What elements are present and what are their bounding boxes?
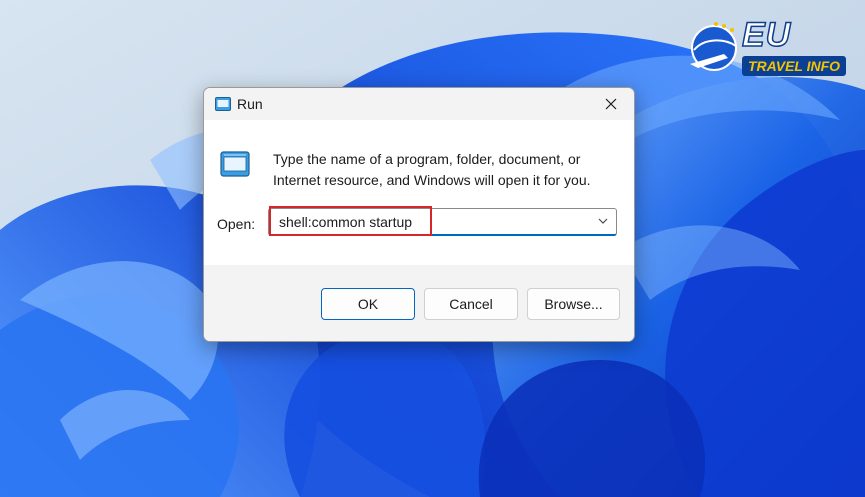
- close-button[interactable]: [588, 88, 634, 120]
- browse-button[interactable]: Browse...: [527, 288, 620, 320]
- watermark-title: EU: [741, 15, 792, 55]
- cancel-button[interactable]: Cancel: [424, 288, 518, 320]
- globe-plane-icon: [690, 22, 737, 71]
- watermark-logo: EU TRAVEL INFO: [684, 10, 854, 80]
- dialog-description: Type the name of a program, folder, docu…: [273, 151, 591, 188]
- open-label: Open:: [217, 216, 256, 232]
- run-app-icon: [220, 151, 250, 177]
- dialog-content: Type the name of a program, folder, docu…: [204, 120, 634, 265]
- close-icon: [605, 98, 617, 110]
- chevron-down-icon[interactable]: [595, 213, 611, 229]
- watermark-subtitle: TRAVEL INFO: [742, 56, 847, 76]
- title-bar[interactable]: Run: [204, 88, 634, 120]
- run-dialog: Run Type the name of a program, folder, …: [203, 87, 635, 342]
- ok-button[interactable]: OK: [321, 288, 415, 320]
- dialog-footer: OK Cancel Browse...: [204, 265, 634, 341]
- dialog-title: Run: [237, 96, 263, 112]
- run-icon: [215, 97, 231, 111]
- highlight-box: [269, 206, 432, 236]
